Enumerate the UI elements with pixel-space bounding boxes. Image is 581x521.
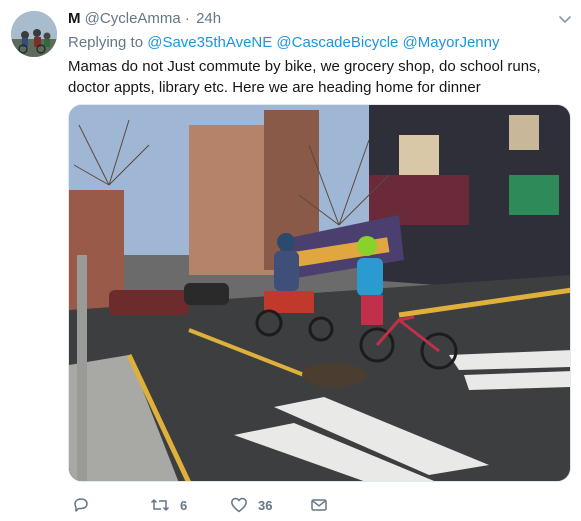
retweet-icon	[150, 498, 170, 512]
author-name[interactable]: M	[68, 10, 81, 27]
avatar-image	[11, 11, 57, 57]
tweet-actions: 6 36	[68, 494, 488, 516]
replying-to: Replying to @Save35thAveNE @CascadeBicyc…	[68, 34, 499, 51]
tweet-photo[interactable]	[68, 104, 571, 482]
mention-link[interactable]: @Save35thAveNE	[147, 34, 272, 51]
heart-icon	[231, 497, 247, 513]
tweet: M @CycleAmma · 24h Replying to @Save35th…	[0, 0, 581, 521]
retweet-count: 6	[180, 497, 188, 513]
chevron-down-icon[interactable]	[558, 12, 572, 26]
mention-link[interactable]: @CascadeBicycle	[276, 34, 398, 51]
mention-link[interactable]: @MayorJenny	[403, 34, 500, 51]
like-button[interactable]: 36	[230, 494, 272, 516]
replying-to-label: Replying to	[68, 34, 144, 51]
reply-icon	[74, 498, 88, 512]
header-separator: ·	[184, 10, 190, 27]
street-scene-image	[69, 105, 570, 481]
avatar[interactable]	[11, 11, 57, 57]
reply-button[interactable]	[72, 494, 90, 516]
tweet-text: Mamas do not Just commute by bike, we gr…	[68, 58, 541, 96]
tweet-timestamp[interactable]: 24h	[196, 10, 221, 27]
tweet-header: M @CycleAmma · 24h	[68, 10, 221, 27]
like-count: 36	[258, 497, 273, 513]
envelope-icon	[311, 499, 327, 511]
direct-message-button[interactable]	[310, 494, 328, 516]
author-handle[interactable]: @CycleAmma	[85, 10, 181, 27]
retweet-button[interactable]: 6	[150, 494, 187, 516]
